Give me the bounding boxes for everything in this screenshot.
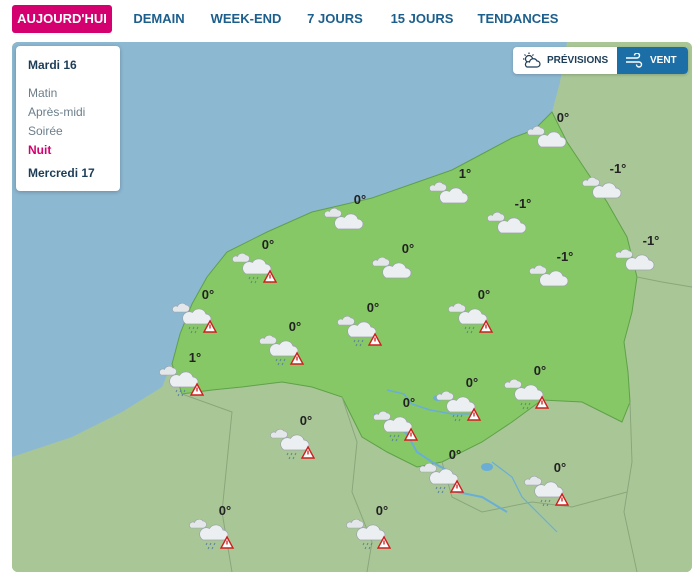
rain-warning-icon[interactable] (159, 363, 205, 404)
rain-warning-icon[interactable] (259, 332, 305, 373)
tab-7-jours[interactable]: 7 JOURS (304, 5, 366, 33)
sun-cloud-icon (523, 52, 541, 68)
view-toggle: PRÉVISIONS VENT (513, 47, 688, 74)
cloud-icon[interactable] (615, 246, 661, 287)
cloud-icon[interactable] (372, 254, 418, 295)
lake (481, 463, 493, 471)
vent-label: VENT (650, 55, 677, 66)
vent-button[interactable]: VENT (617, 47, 688, 74)
rain-warning-icon[interactable] (270, 426, 316, 467)
rain-warning-icon[interactable] (232, 250, 278, 291)
period-soiree[interactable]: Soirée (28, 124, 63, 138)
rain-warning-icon[interactable] (419, 460, 465, 501)
cloud-icon[interactable] (324, 205, 370, 246)
wind-icon (626, 53, 643, 68)
cloud-icon[interactable] (429, 179, 475, 220)
rain-warning-icon[interactable] (346, 516, 392, 557)
period-apres-midi[interactable]: Après-midi (28, 105, 85, 119)
tab-tendances[interactable]: TENDANCES (477, 5, 559, 33)
period-nuit[interactable]: Nuit (28, 143, 51, 157)
rain-warning-icon[interactable] (172, 300, 218, 341)
tab-15-jours[interactable]: 15 JOURS (388, 5, 456, 33)
rain-warning-icon[interactable] (337, 313, 383, 354)
day-period-panel: Mardi 16 Matin Après-midi Soirée Nuit Me… (16, 46, 120, 191)
previsions-label: PRÉVISIONS (547, 55, 609, 66)
period-tabs: AUJOURD'HUI DEMAIN WEEK-END 7 JOURS 15 J… (0, 0, 700, 38)
day-title-mardi[interactable]: Mardi 16 (28, 58, 77, 72)
previsions-button[interactable]: PRÉVISIONS (513, 47, 617, 74)
rain-warning-icon[interactable] (373, 408, 419, 449)
tab-week-end[interactable]: WEEK-END (210, 5, 282, 33)
cloud-icon[interactable] (487, 209, 533, 250)
day-title-mercredi[interactable]: Mercredi 17 (28, 166, 95, 180)
cloud-icon[interactable] (529, 262, 575, 303)
rain-warning-icon[interactable] (189, 516, 235, 557)
cloud-icon[interactable] (582, 174, 628, 215)
period-matin[interactable]: Matin (28, 86, 57, 100)
rain-warning-icon[interactable] (504, 376, 550, 417)
rain-warning-icon[interactable] (524, 473, 570, 514)
rain-warning-icon[interactable] (448, 300, 494, 341)
cloud-icon[interactable] (527, 123, 573, 164)
tab-aujourdhui[interactable]: AUJOURD'HUI (12, 5, 112, 33)
tab-demain[interactable]: DEMAIN (130, 5, 188, 33)
rain-warning-icon[interactable] (436, 388, 482, 429)
